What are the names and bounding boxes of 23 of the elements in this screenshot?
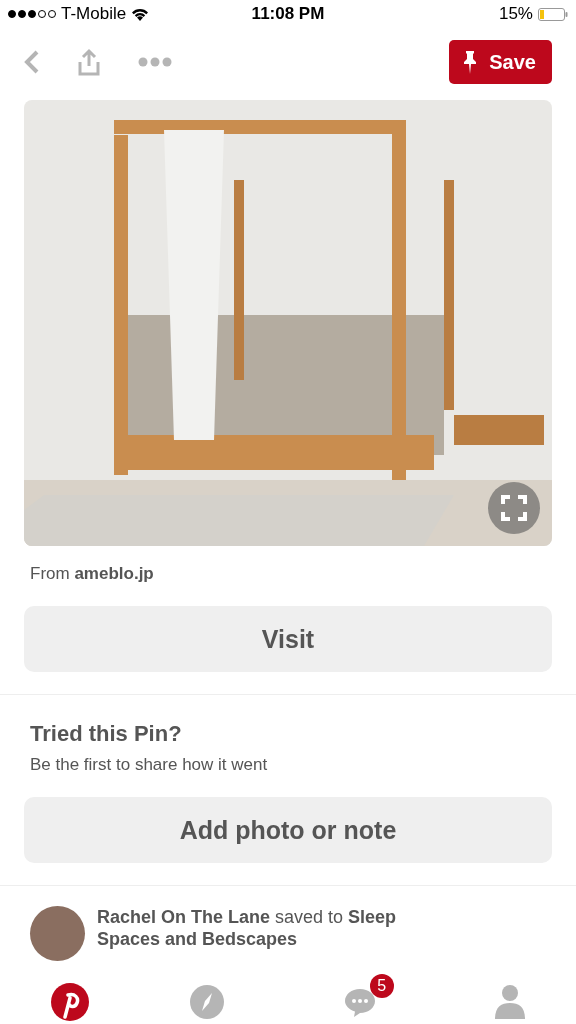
saved-text: Rachel On The Lane saved to Sleep Spaces and Bedscapes	[97, 906, 398, 951]
carrier-name: T-Mobile	[61, 4, 127, 24]
section-title: Tried this Pin?	[30, 721, 183, 747]
section-subtitle: Be the first to share how it went	[30, 755, 269, 775]
more-icon[interactable]	[138, 57, 172, 67]
fullscreen-icon[interactable]	[488, 482, 540, 534]
save-button[interactable]: Save	[449, 40, 552, 84]
person-icon	[495, 985, 526, 1019]
clock-time: 11:08 PM	[251, 4, 325, 24]
share-icon[interactable]	[76, 48, 102, 76]
visit-button[interactable]: Visit	[24, 606, 552, 672]
wifi-icon	[131, 7, 150, 21]
avatar[interactable]	[30, 906, 85, 961]
add-photo-button[interactable]: Add photo or note	[24, 797, 552, 863]
messages-tab[interactable]: 5	[343, 974, 394, 1018]
back-icon[interactable]	[24, 50, 40, 74]
chat-icon	[343, 986, 376, 1018]
source-text: From ameblo.jp	[30, 564, 155, 584]
compass-icon	[190, 985, 225, 1019]
logo	[50, 983, 89, 1021]
notification-badge: 5	[369, 974, 394, 998]
battery-icon	[538, 7, 568, 21]
battery-percent: 15%	[498, 4, 533, 24]
